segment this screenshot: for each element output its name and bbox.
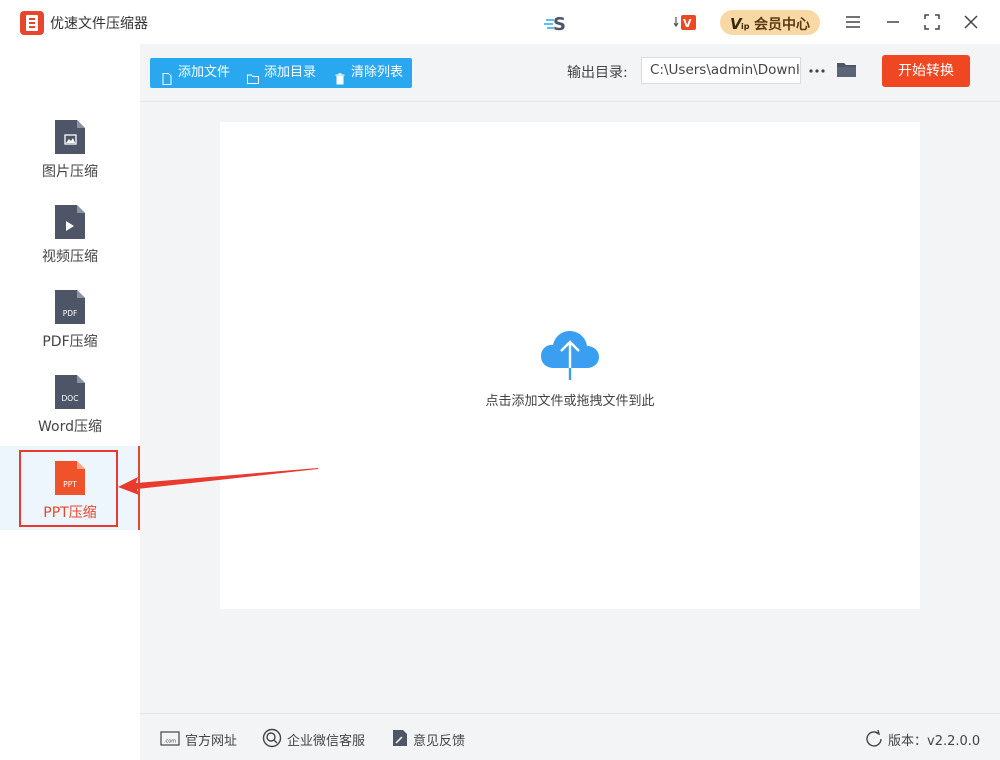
maximize-icon[interactable] xyxy=(921,11,943,33)
svg-text:.com: .com xyxy=(164,739,176,745)
video-file-icon xyxy=(55,205,85,239)
add-folder-label: 添加目录 xyxy=(264,65,317,80)
speed-logo-icon: S xyxy=(544,12,572,35)
official-website-link[interactable]: .com 官方网址 xyxy=(160,728,240,749)
cloud-upload-icon xyxy=(540,328,600,382)
start-convert-button[interactable]: 开始转换 xyxy=(882,55,970,87)
main-panel: 添加文件 添加目录 清除列表 输出目录: C:\Users\admin\Down… xyxy=(140,44,1000,760)
vip-download-icon[interactable]: V xyxy=(673,13,698,33)
ppt-file-icon: PPT xyxy=(55,461,85,495)
sidebar-item-label: PDF压缩 xyxy=(42,334,98,350)
vip-center-label: 会员中心 xyxy=(754,17,810,33)
drop-hint-text: 点击添加文件或拖拽文件到此 xyxy=(485,394,655,409)
clear-list-label: 清除列表 xyxy=(351,65,404,80)
clear-list-button[interactable]: 清除列表 xyxy=(334,58,414,88)
wechat-support-link[interactable]: 企业微信客服 xyxy=(262,728,367,749)
sidebar: 图片压缩 视频压缩 PDF PDF压缩 DOC Word压缩 PPT PPT压缩 xyxy=(0,44,140,760)
file-icon xyxy=(161,67,173,85)
app-title: 优速文件压缩器 xyxy=(50,16,148,32)
refresh-icon xyxy=(864,728,884,748)
image-file-icon xyxy=(55,120,85,154)
doc-file-icon: DOC xyxy=(55,375,85,409)
add-file-button[interactable]: 添加文件 xyxy=(161,58,241,88)
svg-text:ip: ip xyxy=(741,22,750,31)
chat-icon xyxy=(262,728,282,748)
footer: .com 官方网址 企业微信客服 意见反馈 版本：v2.2.0.0 xyxy=(140,713,1000,760)
wechat-label: 企业微信客服 xyxy=(287,734,366,749)
sidebar-item-video[interactable]: 视频压缩 xyxy=(0,205,140,289)
toolbar: 添加文件 添加目录 清除列表 输出目录: C:\Users\admin\Down… xyxy=(140,44,1000,102)
website-icon: .com xyxy=(160,728,180,748)
svg-text:S: S xyxy=(553,14,566,34)
add-file-label: 添加文件 xyxy=(178,65,231,80)
open-folder-icon[interactable] xyxy=(836,60,858,80)
annotation-arrow-icon xyxy=(118,468,318,495)
output-dir-field[interactable]: C:\Users\admin\Downlc xyxy=(641,57,801,84)
sidebar-item-label: 视频压缩 xyxy=(42,249,98,265)
close-icon[interactable] xyxy=(960,11,982,33)
sidebar-item-image[interactable]: 图片压缩 xyxy=(0,120,140,204)
svg-text:PDF: PDF xyxy=(63,309,78,318)
output-dir-label: 输出目录: xyxy=(567,65,628,81)
add-folder-button[interactable]: 添加目录 xyxy=(247,58,327,88)
sidebar-item-label: 图片压缩 xyxy=(42,164,98,180)
feedback-link[interactable]: 意见反馈 xyxy=(390,728,470,749)
feedback-label: 意见反馈 xyxy=(413,734,466,749)
vip-center-button[interactable]: V ip 会员中心 xyxy=(720,10,820,35)
version-label: 版本：v2.2.0.0 xyxy=(888,734,981,749)
feedback-icon xyxy=(390,728,410,748)
pdf-file-icon: PDF xyxy=(55,290,85,324)
website-label: 官方网址 xyxy=(185,734,238,749)
svg-text:V: V xyxy=(683,17,692,30)
minimize-icon[interactable] xyxy=(882,11,904,33)
folder-outline-icon xyxy=(247,67,259,84)
file-actions-group: 添加文件 添加目录 清除列表 xyxy=(150,58,412,88)
vip-crown-icon: V ip xyxy=(730,14,750,33)
trash-icon xyxy=(334,67,346,85)
title-bar: 优速文件压缩器 S V V ip 会员中心 xyxy=(0,0,1000,44)
sidebar-item-pdf[interactable]: PDF PDF压缩 xyxy=(0,290,140,374)
more-options-icon[interactable] xyxy=(807,58,827,82)
menu-icon[interactable] xyxy=(842,11,864,33)
sidebar-item-label: PPT压缩 xyxy=(43,505,97,521)
file-drop-area[interactable]: 点击添加文件或拖拽文件到此 xyxy=(220,122,920,609)
sidebar-item-label: Word压缩 xyxy=(38,419,102,435)
app-logo-icon xyxy=(20,11,44,35)
svg-text:DOC: DOC xyxy=(62,394,79,403)
app-window: 优速文件压缩器 S V V ip 会员中心 图片压缩 视频压缩 PDF PDF压… xyxy=(0,0,1000,760)
version-info[interactable]: 版本：v2.2.0.0 xyxy=(864,728,984,749)
svg-text:PPT: PPT xyxy=(63,480,77,489)
